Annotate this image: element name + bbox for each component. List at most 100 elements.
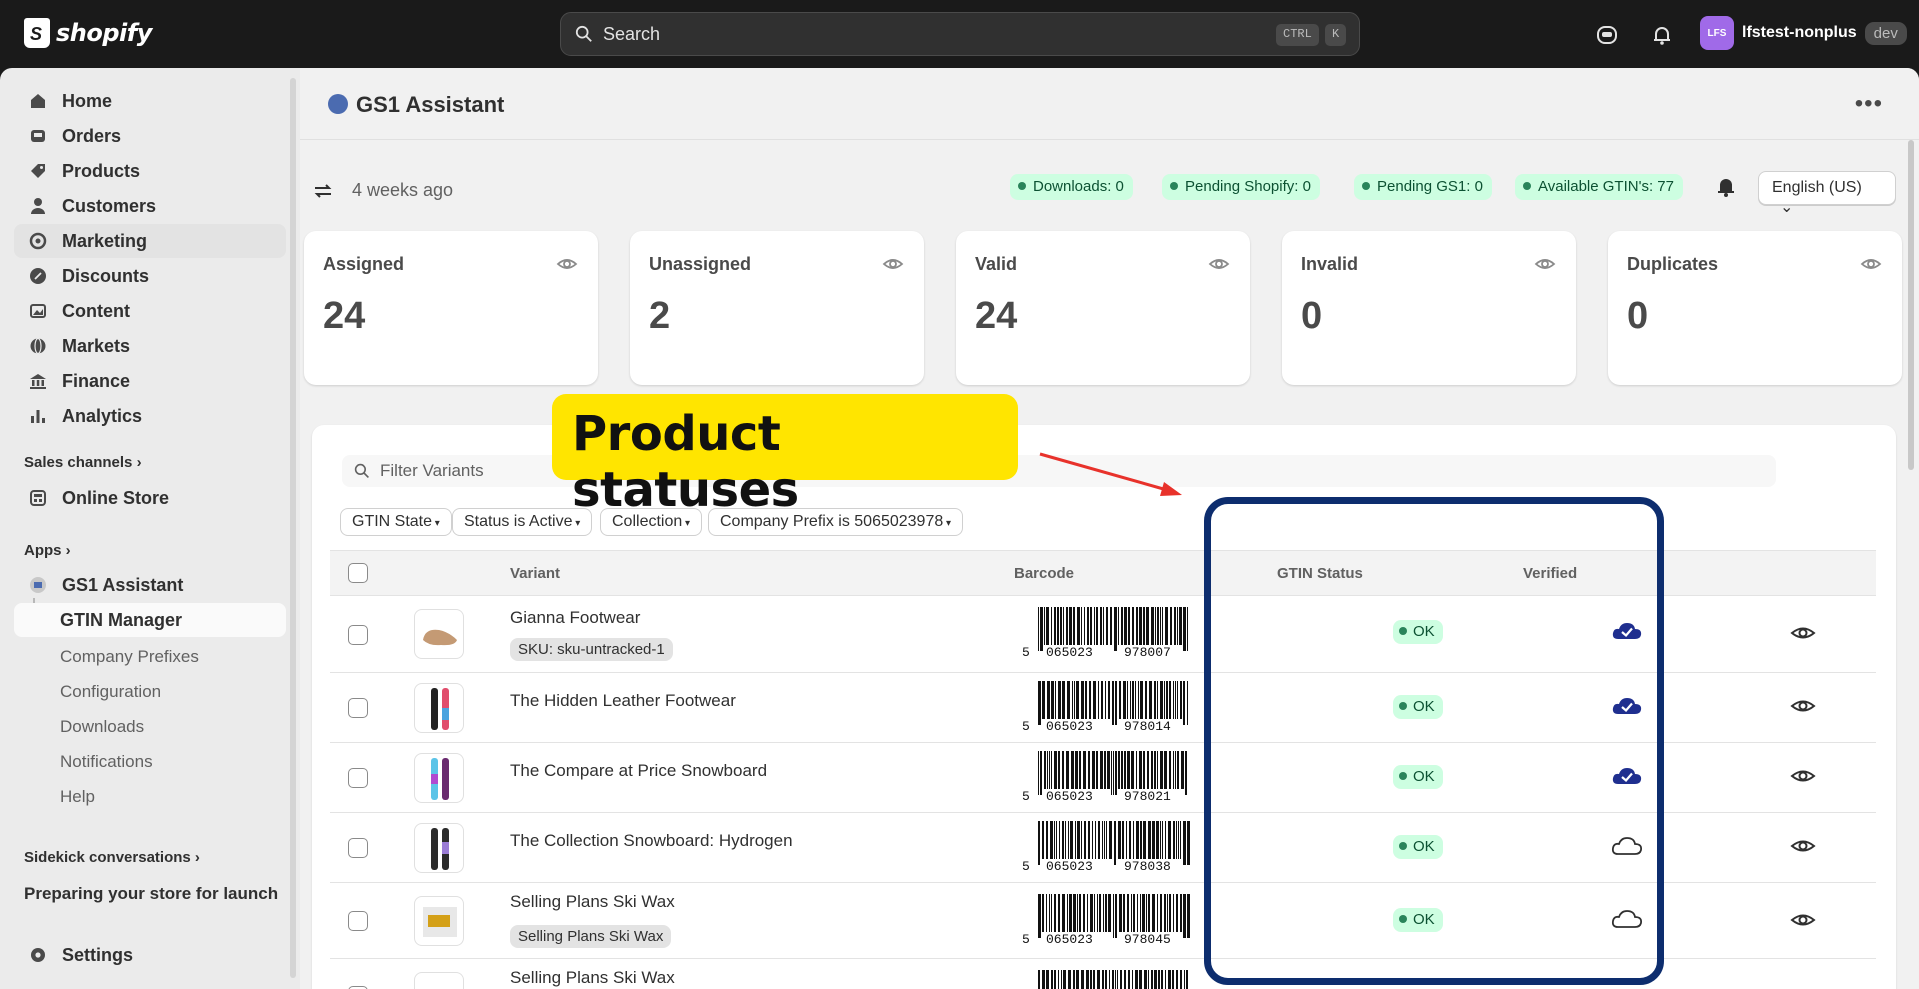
language-select[interactable]: English (US) ⌄ (1758, 171, 1896, 216)
bell-icon[interactable] (1649, 22, 1675, 48)
search-placeholder: Search (603, 23, 661, 44)
row-checkbox[interactable] (348, 698, 368, 718)
variant-name[interactable]: Gianna Footwear (510, 608, 640, 628)
sidebar-item-home[interactable]: Home (14, 84, 286, 118)
sidekick-heading[interactable]: Sidekick conversations › (24, 849, 200, 866)
sidebar-item-gs1-assistant[interactable]: GS1 Assistant (14, 568, 286, 602)
top-bar: shopify Search CTRL K LFS lfstest-nonplu… (0, 0, 1919, 68)
sidebar-subitem-company-prefixes[interactable]: Company Prefixes (60, 647, 199, 667)
sidekick-icon[interactable] (1594, 22, 1620, 48)
barcode-bar (1162, 607, 1163, 645)
eye-icon[interactable] (882, 253, 904, 275)
product-thumbnail (414, 753, 464, 803)
barcode-bar (1152, 894, 1155, 932)
sync-icon[interactable] (312, 181, 334, 201)
sidebar-scrollbar[interactable] (290, 78, 296, 978)
stat-label: Duplicates (1627, 254, 1719, 274)
main-scrollbar[interactable] (1908, 140, 1914, 470)
sidebar-item-analytics[interactable]: Analytics (14, 399, 286, 433)
eye-icon[interactable] (1790, 765, 1816, 787)
variant-name[interactable]: Selling Plans Ski Wax (510, 968, 675, 988)
barcode-bar (1135, 970, 1138, 989)
sidebar-subitem-notifications[interactable]: Notifications (60, 752, 153, 772)
barcode-bar (1143, 751, 1145, 789)
chevron-right-icon: › (136, 454, 142, 471)
eye-icon[interactable] (1790, 622, 1816, 644)
account-menu[interactable]: LFS lfstest-nonplus dev (1700, 16, 1907, 50)
row-checkbox[interactable] (348, 768, 368, 788)
barcode-bar (1079, 894, 1081, 932)
barcode-bar (1187, 894, 1190, 938)
page-title: GS1 Assistant (356, 92, 505, 117)
barcode-bar (1044, 751, 1046, 789)
sidebar-item-products[interactable]: Products (14, 154, 286, 188)
sidebar-item-label: Orders (62, 125, 122, 146)
barcode-bar (1160, 751, 1163, 789)
eye-icon[interactable] (1534, 253, 1556, 275)
sidebar-item-content[interactable]: Content (14, 294, 286, 328)
sidebar-item-markets[interactable]: Markets (14, 329, 286, 363)
barcode-bar (1127, 681, 1128, 719)
row-checkbox[interactable] (348, 625, 368, 645)
shopify-logo[interactable]: shopify (24, 18, 152, 48)
search-input[interactable]: Search CTRL K (560, 12, 1360, 56)
bar-chart-icon (31, 410, 45, 423)
barcode-bar (1088, 751, 1090, 789)
eye-icon[interactable] (1208, 253, 1230, 275)
sidebar-item-settings[interactable]: Settings (14, 938, 286, 972)
barcode-bar (1139, 607, 1142, 645)
barcode-image: 5 065023 978021 (1022, 751, 1187, 801)
barcode-bar (1184, 970, 1185, 989)
barcode-bar (1154, 751, 1156, 789)
barcode-bar (1051, 894, 1052, 932)
barcode-bar (1046, 970, 1049, 989)
barcode-bar (1143, 607, 1145, 645)
barcode-bar (1056, 821, 1057, 859)
sidebar-item-finance[interactable]: Finance (14, 364, 286, 398)
barcode-bar (1124, 751, 1126, 789)
variant-name[interactable]: The Collection Snowboard: Hydrogen (510, 831, 793, 851)
bank-icon (30, 374, 46, 389)
eye-icon[interactable] (1790, 695, 1816, 717)
select-all-checkbox[interactable] (348, 563, 368, 583)
stat-card-valid: Valid 24 (956, 231, 1250, 385)
eye-icon[interactable] (1860, 253, 1882, 275)
barcode-bar (1180, 821, 1181, 859)
stat-value: 0 (1301, 295, 1323, 337)
eye-icon[interactable] (556, 253, 578, 275)
eye-icon[interactable] (1790, 909, 1816, 931)
barcode-bar (1099, 894, 1101, 932)
barcode-bar (1170, 607, 1172, 645)
barcode-bar (1093, 681, 1096, 719)
row-checkbox[interactable] (348, 911, 368, 931)
row-checkbox[interactable] (348, 838, 368, 858)
column-header-barcode[interactable]: Barcode (1014, 565, 1074, 582)
sidebar-item-orders[interactable]: Orders (14, 119, 286, 153)
barcode-bar (1047, 681, 1050, 719)
barcode-bar (1038, 970, 1040, 989)
column-header-variant[interactable]: Variant (510, 565, 560, 582)
sidebar-subitem-downloads[interactable]: Downloads (60, 717, 144, 737)
sidebar-item-discounts[interactable]: Discounts (14, 259, 286, 293)
bell-icon[interactable] (1716, 176, 1736, 198)
sidebar-item-online-store[interactable]: Online Store (14, 481, 286, 515)
barcode-bar (1175, 751, 1176, 789)
barcode-bar (1046, 607, 1049, 645)
sales-channels-heading[interactable]: Sales channels › (24, 454, 142, 471)
barcode-bar (1073, 970, 1075, 989)
variant-name[interactable]: The Hidden Leather Footwear (510, 691, 736, 711)
sidebar-item-gtin-manager[interactable]: GTIN Manager (14, 603, 286, 637)
filter-chip-gtin-state[interactable]: GTIN State (340, 508, 452, 536)
variant-name[interactable]: The Compare at Price Snowboard (510, 761, 767, 781)
sidebar-subitem-configuration[interactable]: Configuration (60, 682, 161, 702)
sidekick-conversation-item[interactable]: Preparing your store for launch (24, 884, 278, 904)
pending-shopify-pill: Pending Shopify: 0 (1162, 174, 1320, 200)
sidebar-item-customers[interactable]: Customers (14, 189, 286, 223)
eye-icon[interactable] (1790, 835, 1816, 857)
sidebar-subitem-help[interactable]: Help (60, 787, 95, 807)
more-actions-icon[interactable]: ••• (1855, 90, 1883, 118)
apps-heading[interactable]: Apps › (24, 542, 71, 559)
variant-name[interactable]: Selling Plans Ski Wax (510, 892, 675, 912)
sidebar-item-marketing[interactable]: Marketing (14, 224, 286, 258)
barcode-bar (1049, 751, 1050, 789)
